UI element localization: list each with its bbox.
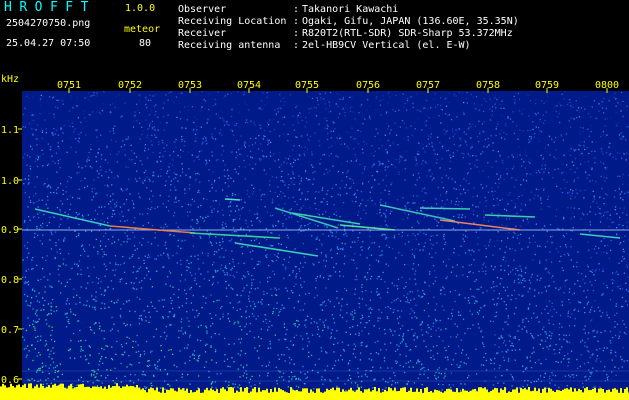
info-antenna-colon: :: [293, 40, 300, 51]
info-antenna-value: 2el-HB9CV Vertical (el. E-W): [302, 40, 471, 51]
x-tick-label: 0755: [295, 80, 319, 91]
x-tick-label: 0752: [118, 80, 142, 91]
info-receiver-key: Receiver: [178, 28, 227, 39]
x-tick-label: 0757: [416, 80, 440, 91]
info-receiver-colon: :: [293, 28, 300, 39]
info-observer-colon: :: [293, 4, 300, 15]
y-tick-label: 0.7: [1, 325, 19, 336]
y-tick-label: 0.9: [1, 225, 19, 236]
y-tick-label: 1.1: [1, 125, 19, 136]
x-tick-label: 0800: [595, 80, 619, 91]
info-antenna-key: Receiving antenna: [178, 40, 281, 51]
info-observer-value: Takanori Kawachi: [302, 4, 399, 15]
info-location-colon: :: [293, 16, 300, 27]
app-title: HROFFT: [4, 0, 96, 15]
x-tick-label: 0756: [356, 80, 380, 91]
info-location-key: Receiving Location: [178, 16, 287, 27]
meteor-echo-9: [419, 207, 471, 210]
x-tick-label: 0754: [237, 80, 261, 91]
app-version: 1.0.0: [125, 3, 156, 14]
count-value: 80: [139, 38, 152, 49]
x-tick-label: 0751: [57, 80, 81, 91]
info-receiver-value: R820T2(RTL-SDR) SDR-Sharp 53.372MHz: [302, 28, 513, 39]
spectrogram-canvas: 1.1 1.0 0.9 0.8 0.7 0.6 0751 0752 0753 0754 0755 07…: [0, 80, 629, 400]
y-tick-label: 0.8: [1, 275, 19, 286]
y-tick-label: 1.0: [1, 176, 19, 187]
mode-label: meteor: [124, 24, 161, 35]
info-observer-key: Observer: [178, 4, 227, 15]
x-tick-label: 0759: [535, 80, 559, 91]
x-tick-label: 0753: [178, 80, 202, 91]
x-tick-label: 0758: [476, 80, 500, 91]
y-axis-unit-label: kHz: [1, 74, 20, 85]
info-location-value: Ogaki, Gifu, JAPAN (136.60E, 35.35N): [302, 16, 519, 27]
file-name: 2504270750.png: [6, 18, 91, 29]
timestamp: 25.04.27 07:50: [6, 38, 91, 49]
y-tick-label: 0.6: [1, 375, 19, 386]
meteor-echo-13: [224, 198, 241, 201]
